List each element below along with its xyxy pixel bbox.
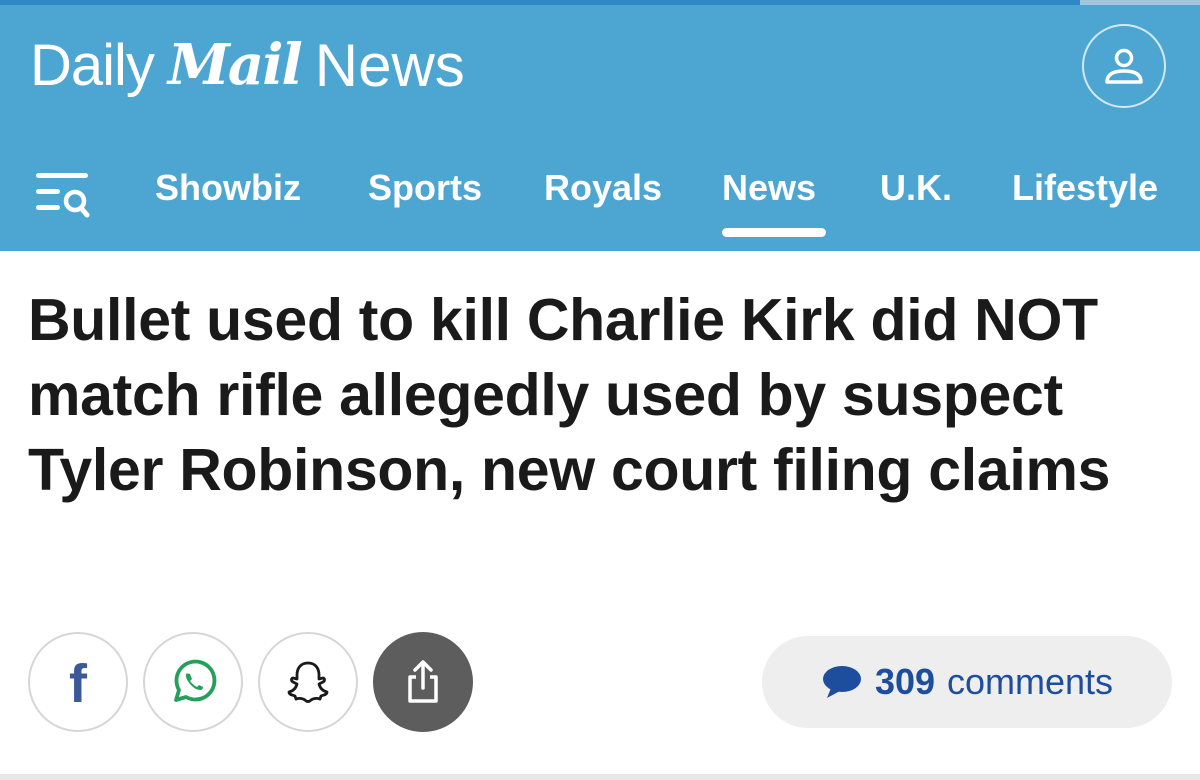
facebook-share-button[interactable]: f bbox=[28, 632, 128, 732]
active-tab-indicator bbox=[722, 228, 826, 237]
site-header: Daily Mail News Showbiz Sports Royals Ne… bbox=[0, 5, 1200, 251]
nav-item-showbiz[interactable]: Showbiz bbox=[155, 167, 301, 209]
whatsapp-icon bbox=[174, 659, 217, 702]
logo-news: News bbox=[314, 31, 465, 99]
speech-bubble-icon bbox=[822, 666, 861, 698]
user-icon bbox=[1105, 48, 1143, 84]
logo-mail: Mail bbox=[167, 32, 303, 98]
account-button[interactable] bbox=[1082, 24, 1166, 108]
nav-item-sports[interactable]: Sports bbox=[368, 167, 482, 209]
next-content-edge bbox=[0, 774, 1200, 780]
comments-label: comments bbox=[947, 661, 1114, 702]
nav-item-news[interactable]: News bbox=[722, 167, 816, 209]
logo-daily: Daily bbox=[30, 32, 155, 98]
share-button[interactable] bbox=[373, 632, 473, 732]
menu-search-button[interactable] bbox=[32, 167, 94, 219]
menu-search-icon bbox=[36, 173, 90, 218]
comments-button[interactable]: 309 comments bbox=[762, 636, 1172, 728]
article-headline: Bullet used to kill Charlie Kirk did NOT… bbox=[28, 287, 1111, 503]
comments-count: 309 bbox=[874, 661, 936, 702]
facebook-icon: f bbox=[69, 654, 87, 714]
section-nav: Showbiz Sports Royals News U.K. Lifestyl… bbox=[0, 145, 1200, 245]
snapchat-share-button[interactable] bbox=[258, 632, 358, 732]
whatsapp-share-button[interactable] bbox=[143, 632, 243, 732]
nav-item-uk[interactable]: U.K. bbox=[880, 167, 952, 209]
share-icon bbox=[408, 660, 438, 703]
site-logo[interactable]: Daily Mail News bbox=[30, 25, 465, 105]
nav-item-lifestyle[interactable]: Lifestyle bbox=[1012, 167, 1158, 209]
nav-item-royals[interactable]: Royals bbox=[544, 167, 662, 209]
snapchat-icon bbox=[287, 661, 329, 703]
